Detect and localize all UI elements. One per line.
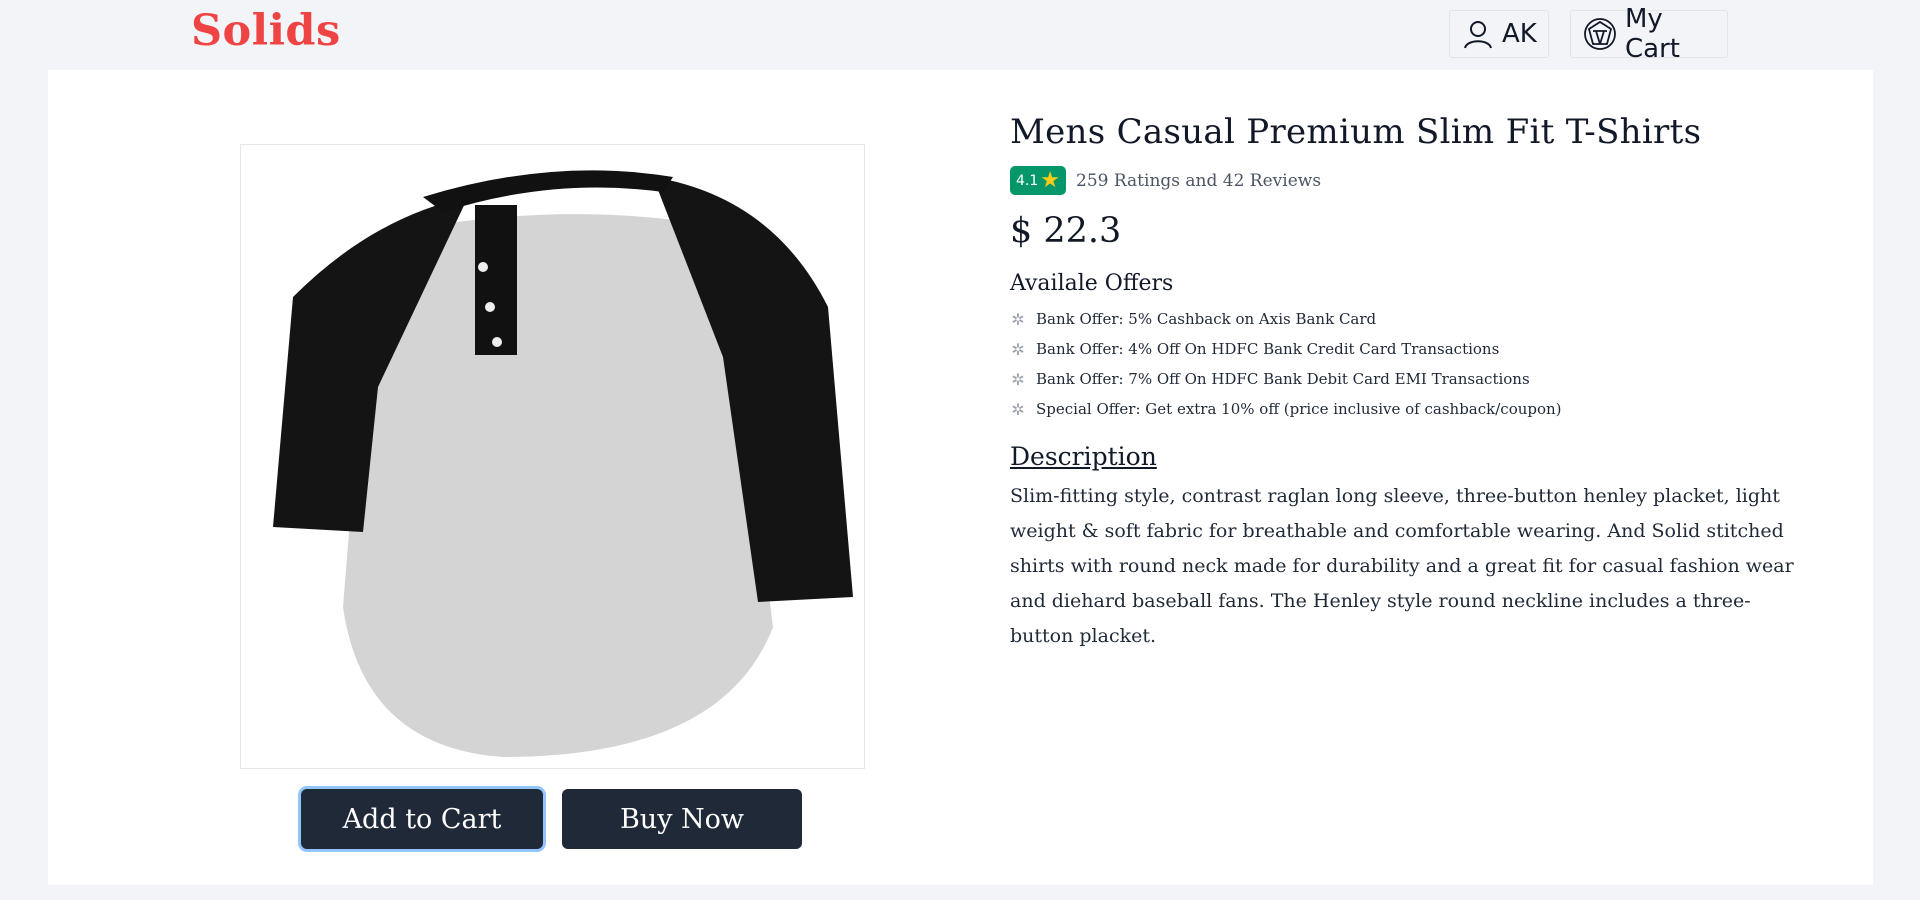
offers-list: ✲ Bank Offer: 5% Cashback on Axis Bank C…	[1010, 304, 1830, 424]
user-label: AK	[1502, 19, 1537, 49]
user-icon	[1464, 21, 1492, 49]
offer-text: Bank Offer: 5% Cashback on Axis Bank Car…	[1036, 310, 1377, 328]
product-title: Mens Casual Premium Slim Fit T-Shirts	[1010, 112, 1702, 152]
offer-item: ✲ Bank Offer: 5% Cashback on Axis Bank C…	[1010, 304, 1830, 334]
tshirt-image	[272, 169, 853, 757]
rating-badge: 4.1 ★	[1010, 166, 1066, 195]
product-image[interactable]	[240, 144, 865, 769]
cart-icon	[1584, 18, 1616, 50]
rating-row: 4.1 ★ 259 Ratings and 42 Reviews	[1010, 166, 1830, 195]
buy-now-button[interactable]: Buy Now	[562, 789, 802, 849]
offer-icon: ✲	[1011, 339, 1025, 359]
offer-icon: ✲	[1011, 309, 1025, 329]
offer-item: ✲ Bank Offer: 7% Off On HDFC Bank Debit …	[1010, 364, 1830, 394]
offer-text: Special Offer: Get extra 10% off (price …	[1036, 400, 1562, 418]
star-icon: ★	[1040, 167, 1060, 193]
offer-item: ✲ Bank Offer: 4% Off On HDFC Bank Credit…	[1010, 334, 1830, 364]
offers-heading: Availale Offers	[1010, 271, 1174, 296]
product-details: Mens Casual Premium Slim Fit T-Shirts 4.…	[1010, 112, 1830, 654]
offer-text: Bank Offer: 4% Off On HDFC Bank Credit C…	[1036, 340, 1500, 358]
add-to-cart-button[interactable]: Add to Cart	[301, 789, 543, 849]
top-header: Solids AK My Cart	[0, 0, 1920, 68]
cart-label: My Cart	[1625, 4, 1680, 64]
description-heading: Description	[1010, 442, 1157, 471]
description-text: Slim-fitting style, contrast raglan long…	[1010, 485, 1794, 647]
offer-icon: ✲	[1011, 369, 1025, 389]
offer-item: ✲ Special Offer: Get extra 10% off (pric…	[1010, 394, 1830, 424]
rating-value: 4.1	[1016, 172, 1039, 189]
product-price: $ 22.3	[1010, 211, 1122, 251]
cart-button[interactable]: My Cart	[1570, 4, 1728, 64]
offer-icon: ✲	[1011, 399, 1025, 419]
rating-summary: 259 Ratings and 42 Reviews	[1076, 170, 1322, 191]
brand-logo[interactable]: Solids	[191, 6, 341, 56]
user-button[interactable]: AK	[1449, 10, 1549, 58]
offer-text: Bank Offer: 7% Off On HDFC Bank Debit Ca…	[1036, 370, 1530, 388]
